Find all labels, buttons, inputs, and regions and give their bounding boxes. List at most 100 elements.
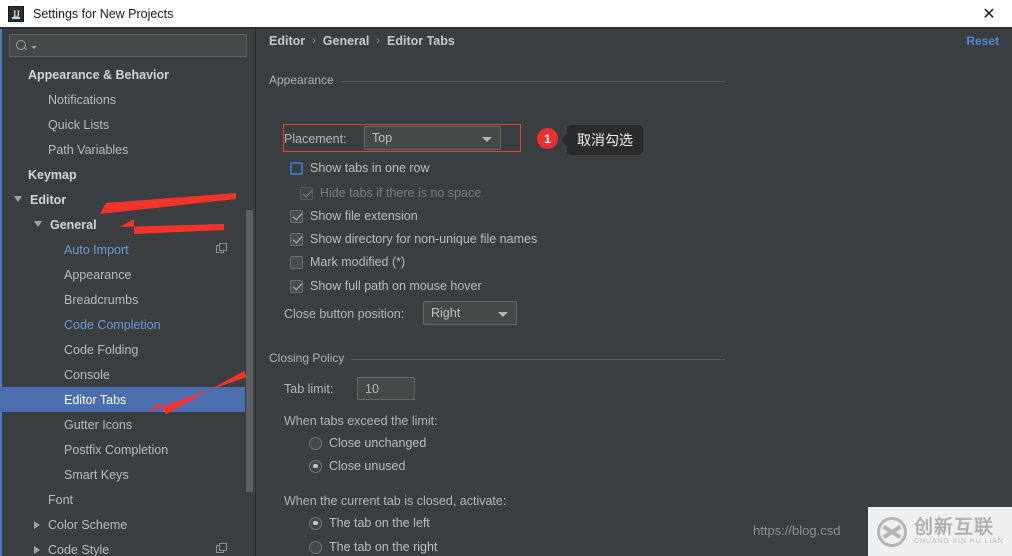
radio-close-unchanged[interactable]: Close unchanged [309, 434, 426, 452]
radio-box[interactable] [309, 516, 322, 530]
chevron-down-icon [498, 312, 508, 317]
placement-label: Placement: [284, 132, 347, 146]
radio-the-tab-on-the-left[interactable]: The tab on the left [309, 514, 430, 532]
checkbox-label: Show full path on mouse hover [310, 279, 482, 293]
sidebar-item-label: Auto Import [64, 242, 129, 257]
sidebar-item-appearance-behavior[interactable]: Appearance & Behavior [0, 62, 245, 87]
sidebar-item-label: Notifications [48, 92, 117, 107]
radio-box[interactable] [309, 436, 322, 450]
exceed-limit-question: When tabs exceed the limit: [284, 414, 438, 428]
radio-label: The tab on the right [329, 540, 438, 554]
sidebar-item-gutter-icons[interactable]: Gutter Icons [0, 412, 245, 437]
checkbox-hide-tabs-if-there-is-no-space: Hide tabs if there is no space [300, 184, 481, 202]
sidebar-item-quick-lists[interactable]: Quick Lists [0, 112, 245, 137]
checkbox-label: Mark modified (*) [310, 255, 406, 269]
checkbox-mark-modified[interactable]: Mark modified (*) [290, 253, 405, 271]
chevron-down-icon[interactable] [34, 221, 42, 227]
sidebar-item-console[interactable]: Console [0, 362, 245, 387]
copy-icon[interactable] [216, 543, 228, 555]
sidebar-item-label: Breadcrumbs [64, 292, 139, 307]
sidebar-item-general[interactable]: General [0, 212, 245, 237]
sidebar-scrollbar-track[interactable] [245, 62, 255, 556]
sidebar-item-appearance[interactable]: Appearance [0, 262, 245, 287]
sidebar-item-code-folding[interactable]: Code Folding [0, 337, 245, 362]
radio-box[interactable] [309, 540, 322, 554]
tab-limit-input[interactable]: 10 [357, 377, 415, 400]
closing-policy-group-divider [349, 359, 725, 360]
sidebar-item-label: Postfix Completion [64, 442, 169, 457]
checkbox-box [300, 186, 313, 200]
sidebar-item-font[interactable]: Font [0, 487, 245, 512]
search-input[interactable] [41, 38, 246, 53]
watermark-logo-en: CHUANG XIN HU LIAN [914, 537, 1004, 545]
sidebar-item-keymap[interactable]: Keymap [0, 162, 245, 187]
radio-the-tab-on-the-right[interactable]: The tab on the right [309, 538, 437, 556]
checkbox-label: Show tabs in one row [310, 161, 430, 175]
watermark-mark-icon [877, 516, 907, 547]
close-button-position-value: Right [431, 306, 461, 320]
chevron-down-icon[interactable] [31, 45, 37, 49]
sidebar-item-color-scheme[interactable]: Color Scheme [0, 512, 245, 537]
settings-dialog: IJ Settings for New Projects ✕ Appearanc… [0, 0, 1012, 556]
close-icon[interactable]: ✕ [966, 0, 1012, 27]
sidebar-item-label: Color Scheme [48, 517, 128, 532]
checkbox-box[interactable] [290, 255, 303, 269]
breadcrumb-item[interactable]: Editor [269, 34, 305, 48]
settings-sidebar: Appearance & Behavior Notifications Quick … [0, 29, 256, 556]
intellij-idea-icon: IJ [8, 5, 24, 22]
search-field[interactable] [9, 34, 247, 57]
checkbox-show-full-path-on-mouse-hover[interactable]: Show full path on mouse hover [290, 277, 482, 295]
copy-icon[interactable] [216, 243, 228, 255]
reset-link[interactable]: Reset [966, 34, 999, 48]
chevron-right-icon[interactable] [34, 546, 40, 554]
sidebar-item-label: Code Completion [64, 317, 161, 332]
annotation-badge-1: 1 [537, 128, 558, 149]
checkbox-show-directory-for-non-unique-file-names[interactable]: Show directory for non-unique file names [290, 230, 537, 248]
checkbox-box[interactable] [290, 209, 303, 223]
checkbox-box[interactable] [290, 161, 303, 175]
sidebar-item-label: Editor [30, 192, 67, 207]
sidebar-item-code-completion[interactable]: Code Completion [0, 312, 245, 337]
radio-box[interactable] [309, 459, 322, 473]
checkbox-label: Hide tabs if there is no space [320, 186, 482, 200]
sidebar-item-smart-keys[interactable]: Smart Keys [0, 462, 245, 487]
sidebar-item-breadcrumbs[interactable]: Breadcrumbs [0, 287, 245, 312]
checkbox-show-file-extension[interactable]: Show file extension [290, 207, 418, 225]
closing-policy-group-title: Closing Policy [269, 351, 352, 365]
sidebar-item-notifications[interactable]: Notifications [0, 87, 245, 112]
sidebar-item-editor[interactable]: Editor [0, 187, 245, 212]
settings-main-panel: Editor › General › Editor Tabs Reset Appeara… [257, 29, 1012, 556]
sidebar-item-label: Code Style [48, 542, 110, 556]
chevron-down-icon [482, 137, 492, 142]
placement-dropdown[interactable]: Top [364, 126, 501, 150]
sidebar-item-code-style[interactable]: Code Style [0, 537, 245, 556]
close-button-position-dropdown[interactable]: Right [423, 301, 517, 325]
sidebar-item-editor-tabs[interactable]: Editor Tabs [0, 387, 245, 412]
checkbox-box[interactable] [290, 232, 303, 246]
watermark-logo: 创新互联 CHUANG XIN HU LIAN [868, 507, 1012, 556]
window-titlebar: IJ Settings for New Projects ✕ [0, 0, 1012, 27]
sidebar-item-path-variables[interactable]: Path Variables [0, 137, 245, 162]
chevron-down-icon[interactable] [14, 196, 22, 202]
sidebar-item-label: Gutter Icons [64, 417, 133, 432]
sidebar-item-label: Quick Lists [48, 117, 110, 132]
sidebar-item-label: General [50, 217, 97, 232]
sidebar-item-label: Console [64, 367, 110, 382]
radio-label: Close unused [329, 459, 406, 473]
annotation-tooltip: 取消勾选 [561, 125, 643, 155]
radio-close-unused[interactable]: Close unused [309, 457, 405, 475]
sidebar-item-auto-import[interactable]: Auto Import [0, 237, 245, 262]
breadcrumb-item[interactable]: General [323, 34, 370, 48]
close-button-position-label: Close button position: [284, 307, 405, 321]
checkbox-show-tabs-in-one-row[interactable]: Show tabs in one row [290, 159, 430, 177]
breadcrumb-item[interactable]: Editor Tabs [387, 34, 455, 48]
settings-tree: Appearance & Behavior Notifications Quick … [0, 62, 256, 556]
search-icon [16, 39, 30, 53]
sidebar-item-label: Path Variables [48, 142, 129, 157]
chevron-right-icon[interactable] [34, 521, 40, 529]
sidebar-scrollbar-thumb[interactable] [246, 210, 253, 492]
checkbox-box[interactable] [290, 279, 303, 293]
sidebar-item-postfix-completion[interactable]: Postfix Completion [0, 437, 245, 462]
breadcrumb-separator: › [312, 35, 316, 47]
window-title: Settings for New Projects [33, 6, 174, 21]
